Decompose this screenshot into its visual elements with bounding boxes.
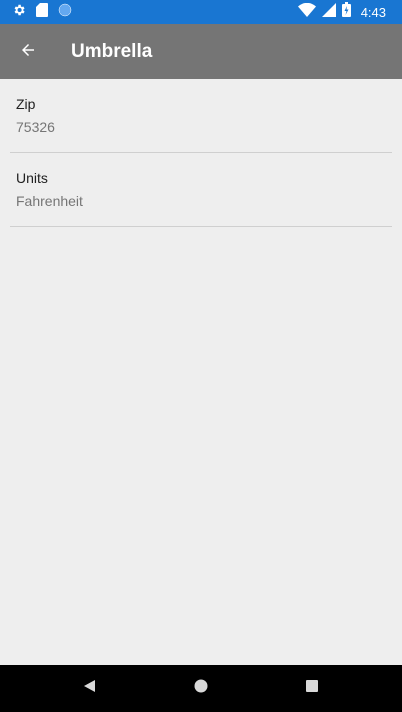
divider xyxy=(10,226,392,227)
units-preference[interactable]: Units Fahrenheit xyxy=(0,153,402,226)
status-time: 4:43 xyxy=(360,4,386,20)
status-notification-icons xyxy=(12,0,72,24)
navigation-bar xyxy=(0,665,402,712)
zip-preference[interactable]: Zip 75326 xyxy=(0,79,402,152)
battery-icon xyxy=(341,2,351,22)
preference-list: Zip 75326 Units Fahrenheit xyxy=(0,79,402,227)
home-circle-icon xyxy=(194,679,208,698)
arrow-back-icon xyxy=(19,41,37,64)
nav-recents-button[interactable] xyxy=(300,676,324,700)
zip-value: 75326 xyxy=(16,119,55,135)
back-button[interactable] xyxy=(12,36,44,68)
signal-icon xyxy=(321,2,336,22)
nav-back-button[interactable] xyxy=(78,676,102,700)
units-title: Units xyxy=(16,170,48,186)
recents-square-icon xyxy=(306,679,318,697)
units-value: Fahrenheit xyxy=(16,193,83,209)
status-system-icons: 4:43 xyxy=(297,0,386,24)
zip-title: Zip xyxy=(16,96,36,112)
status-bar: 4:43 xyxy=(0,0,402,24)
app-bar: Umbrella xyxy=(0,24,402,79)
back-triangle-icon xyxy=(83,679,97,698)
page-title: Umbrella xyxy=(71,41,153,62)
circle-icon xyxy=(58,3,72,22)
nav-home-button[interactable] xyxy=(189,676,213,700)
wifi-icon xyxy=(297,2,316,22)
sd-card-icon xyxy=(36,2,48,22)
settings-icon xyxy=(12,3,26,22)
